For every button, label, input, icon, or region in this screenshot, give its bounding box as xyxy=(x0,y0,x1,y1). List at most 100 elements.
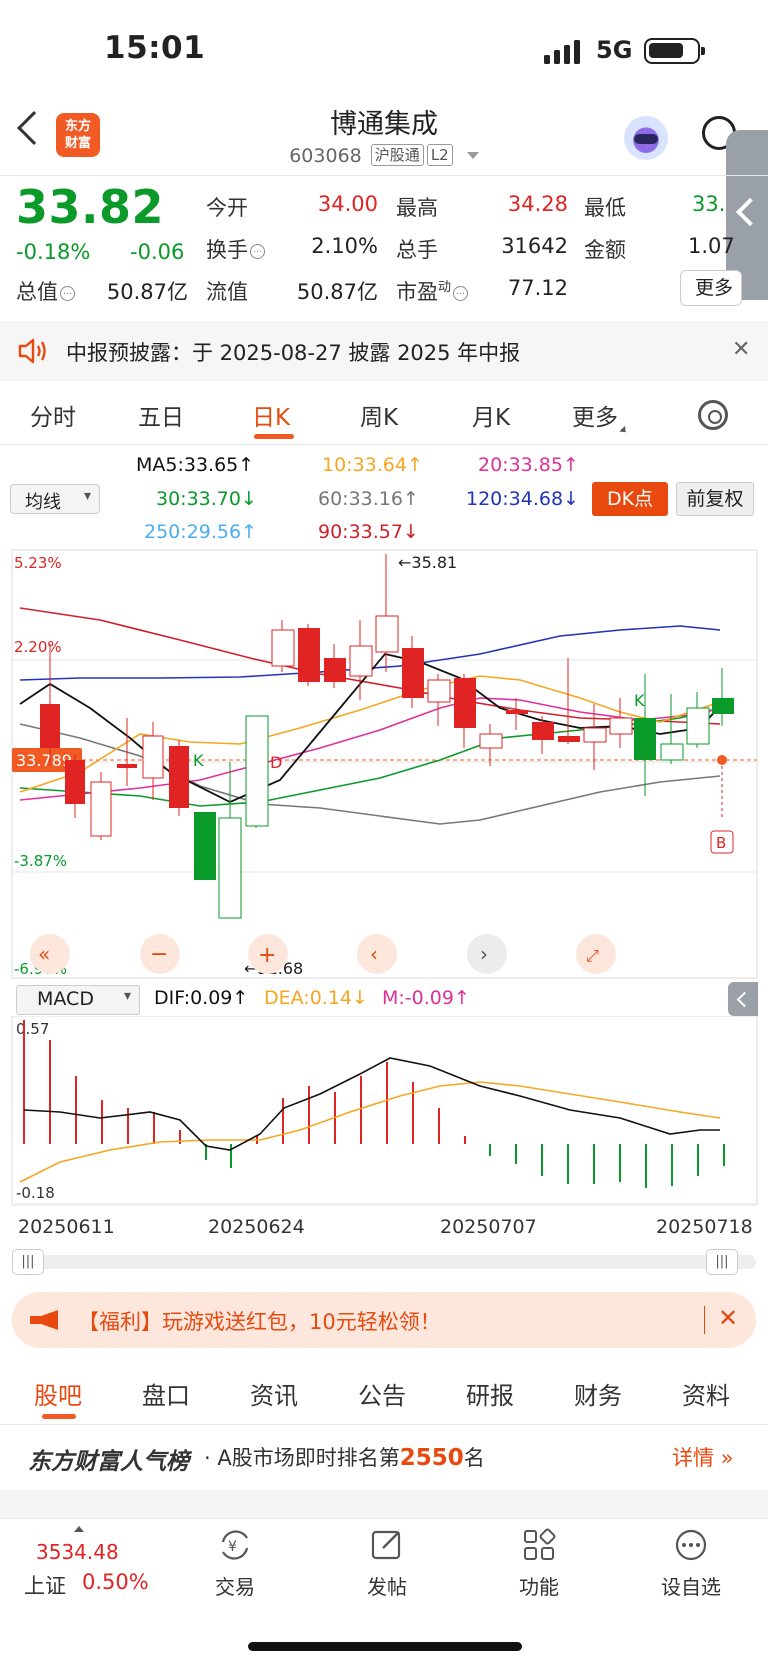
low-value: 33. xyxy=(692,192,726,216)
tab-day-k[interactable]: 日K xyxy=(252,398,290,432)
pct-label: 2.20% xyxy=(14,638,62,656)
candle xyxy=(634,718,656,760)
open-value: 34.00 xyxy=(317,192,378,216)
divider xyxy=(0,1518,768,1519)
ma90-value: 90:33.57 xyxy=(318,521,403,543)
k-marker: K xyxy=(193,751,204,770)
nav-trade[interactable]: ¥ 交易 xyxy=(180,1528,290,1600)
ma30-value: 30:33.70 xyxy=(156,488,241,510)
candle xyxy=(194,812,216,880)
gear-icon[interactable] xyxy=(698,400,728,430)
tab-underline xyxy=(42,1414,76,1419)
divider xyxy=(0,175,768,176)
ma5-value: MA5:33.65 xyxy=(136,454,239,476)
index-name[interactable]: 上证 xyxy=(24,1570,66,1600)
tab-profile[interactable]: 资料 xyxy=(682,1376,730,1411)
popularity-detail-link[interactable]: 详情 » xyxy=(672,1442,734,1472)
dk-point-button[interactable]: DK点 xyxy=(592,482,668,516)
range-scrollbar[interactable] xyxy=(14,1255,756,1269)
assistant-robot-icon[interactable] xyxy=(624,116,668,160)
chevron-right-icon: › xyxy=(480,942,488,966)
tab-underline xyxy=(254,434,294,439)
ma60-line xyxy=(19,723,721,825)
home-indicator xyxy=(248,1642,522,1651)
more-dots-icon xyxy=(675,1529,707,1561)
kline-chart[interactable]: 5.23% 2.20% -3.87% -6.90% 33.789 xyxy=(0,548,768,980)
range-handle-right[interactable]: ||| xyxy=(706,1249,738,1275)
tab-pankou[interactable]: 盘口 xyxy=(142,1376,190,1411)
adjust-price-button[interactable]: 前复权 xyxy=(676,482,754,516)
range-handle-left[interactable]: ||| xyxy=(12,1249,44,1275)
candle xyxy=(532,722,554,740)
tab-five-day[interactable]: 五日 xyxy=(138,398,184,432)
tab-week-k[interactable]: 周K xyxy=(360,398,398,432)
ma120-value: 120:34.68 xyxy=(466,488,564,510)
chevron-down-icon[interactable] xyxy=(466,152,479,159)
collapse-tab[interactable] xyxy=(728,982,758,1016)
info-icon[interactable]: … xyxy=(453,286,469,301)
m-label: M:-0.09↑ xyxy=(382,987,470,1009)
more-button[interactable]: 更多 xyxy=(680,270,742,306)
close-icon[interactable]: ✕ xyxy=(732,337,750,362)
tab-more-label: 更多 xyxy=(572,405,618,431)
nav-functions[interactable]: 功能 xyxy=(484,1528,594,1600)
b-marker-dot xyxy=(717,755,727,765)
svg-text:¥: ¥ xyxy=(228,1539,237,1555)
macd-chart[interactable]: 0.57 -0.18 xyxy=(0,1016,768,1206)
info-icon[interactable]: … xyxy=(250,244,265,259)
expand-icon: ⤢ xyxy=(586,946,599,965)
popularity-suffix: 名 xyxy=(463,1446,485,1470)
close-icon[interactable]: ✕ xyxy=(718,1304,738,1332)
candle xyxy=(609,717,633,735)
candle xyxy=(324,658,346,682)
ma60-value: 60:33.16 xyxy=(318,488,403,510)
turnover-label: 换手… xyxy=(206,234,265,264)
ma-selector[interactable]: 均线 xyxy=(10,484,100,514)
tab-research[interactable]: 研报 xyxy=(466,1376,514,1411)
popularity-brand: 东方财富人气榜 xyxy=(28,1449,189,1475)
index-change[interactable]: 0.50% xyxy=(82,1570,149,1594)
pct-label: -3.87% xyxy=(14,852,67,870)
nav-post[interactable]: 发帖 xyxy=(332,1528,442,1600)
divider xyxy=(704,1306,705,1334)
tab-news[interactable]: 资讯 xyxy=(250,1376,298,1411)
caret-up-icon xyxy=(74,1526,84,1532)
current-price: 33.82 xyxy=(16,180,165,234)
tab-guba[interactable]: 股吧 xyxy=(34,1376,82,1411)
candle xyxy=(686,707,710,745)
candle xyxy=(298,628,320,682)
ma120-label: 120:34.68↓ xyxy=(466,488,579,510)
float-mv-value: 50.87亿 xyxy=(296,280,378,304)
grid-icon xyxy=(524,1528,556,1560)
change-percent: -0.18% xyxy=(16,240,91,264)
tab-more[interactable]: 更多 xyxy=(572,398,629,436)
speaker-icon xyxy=(18,338,46,364)
info-icon[interactable]: … xyxy=(60,286,75,301)
popularity-rank: 2550 xyxy=(399,1445,464,1471)
tab-month-k[interactable]: 月K xyxy=(472,398,510,432)
low-label: 最低 xyxy=(584,196,626,220)
total-mv-label-text: 总值 xyxy=(16,280,58,304)
high-value: 34.28 xyxy=(507,192,568,216)
nav-add-watchlist[interactable]: 设自选 xyxy=(636,1528,746,1600)
tab-announcements[interactable]: 公告 xyxy=(358,1376,406,1411)
d-marker: D xyxy=(270,753,282,772)
b-marker-text: B xyxy=(716,834,726,852)
index-price[interactable]: 3534.48 xyxy=(36,1540,119,1564)
chevron-left-icon: ‹ xyxy=(370,942,378,966)
candle xyxy=(218,817,242,919)
candle xyxy=(558,736,580,742)
total-mv-label: 总值… xyxy=(16,276,75,306)
tab-finance[interactable]: 财务 xyxy=(574,1376,622,1411)
indicator-selector[interactable]: MACD xyxy=(16,985,140,1015)
section-separator xyxy=(0,1490,768,1518)
high-annotation: ←35.81 xyxy=(398,553,457,572)
pe-label-text: 市盈 xyxy=(396,280,438,304)
candle xyxy=(117,764,137,768)
ma20-label: 20:33.85↑ xyxy=(478,454,579,476)
candle xyxy=(271,629,295,667)
turnover-value: 2.10% xyxy=(311,234,378,258)
open-label: 今开 xyxy=(206,196,248,220)
minus-icon: − xyxy=(150,942,168,967)
tab-intraday[interactable]: 分时 xyxy=(30,398,76,432)
